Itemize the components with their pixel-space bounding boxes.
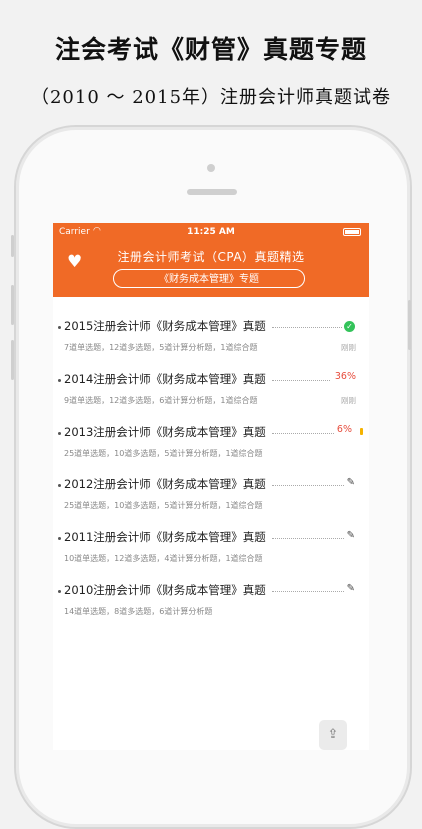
mute-switch <box>11 235 14 257</box>
exam-list-item[interactable]: 2015注册会计师《财务成本管理》真题 ✓ 7道单选题，12道多选题，5道计算分… <box>53 309 369 361</box>
pencil-icon[interactable]: ✎ <box>347 530 355 541</box>
battery-icon <box>343 228 361 236</box>
exam-list-item[interactable]: 2011注册会计师《财务成本管理》真题 ✎ 10道单选题，12道多选题，4道计算… <box>53 520 369 572</box>
status-bar: Carrier ◠ 11:25 AM <box>53 223 369 243</box>
exam-progress: 36% <box>334 371 356 382</box>
exam-description: 14道单选题，8道多选题，6道计算分析题 <box>64 607 213 616</box>
pencil-icon[interactable]: ✎ <box>347 583 355 594</box>
volume-up-button <box>11 285 14 325</box>
exam-title: 2012注册会计师《财务成本管理》真题 <box>64 477 266 491</box>
exam-description: 25道单选题，10道多选题，5道计算分析题，1道综合题 <box>64 449 263 458</box>
exam-list-item[interactable]: 2013注册会计师《财务成本管理》真题 6% 25道单选题，10道多选题，5道计… <box>53 415 369 467</box>
dotted-leader <box>272 538 344 539</box>
volume-down-button <box>11 340 14 380</box>
exam-title: 2015注册会计师《财务成本管理》真题 <box>64 319 266 333</box>
power-button <box>408 300 411 350</box>
header-title: 注册会计师考试（CPA）真题精选 <box>117 250 305 264</box>
pencil-icon[interactable]: ✎ <box>347 477 355 488</box>
exam-description: 7道单选题，12道多选题，5道计算分析题，1道综合题 <box>64 343 258 352</box>
promo-headline: 注会考试《财管》真题专题 <box>54 35 367 64</box>
exam-time: 刚刚 <box>341 343 356 352</box>
bullet <box>58 590 61 593</box>
exam-description: 10道单选题，12道多选题，4道计算分析题，1道综合题 <box>64 554 263 563</box>
status-time: 11:25 AM <box>187 227 235 237</box>
exam-title: 2014注册会计师《财务成本管理》真题 <box>64 372 266 386</box>
exam-title: 2013注册会计师《财务成本管理》真题 <box>64 425 266 439</box>
exam-title: 2010注册会计师《财务成本管理》真题 <box>64 583 266 597</box>
exam-list-item[interactable]: 2014注册会计师《财务成本管理》真题 36% 9道单选题，12道多选题，6道计… <box>53 362 369 414</box>
app-screen: Carrier ◠ 11:25 AM ♥ 注册会计师考试（CPA）真题精选 《财… <box>53 223 369 750</box>
share-icon[interactable]: ⇪ <box>319 720 347 750</box>
exam-description: 25道单选题，10道多选题，5道计算分析题，1道综合题 <box>64 501 263 510</box>
bullet <box>58 484 61 487</box>
earpiece-speaker <box>187 189 237 195</box>
app-header: ♥ 注册会计师考试（CPA）真题精选 《财务成本管理》专题 <box>53 243 369 297</box>
progress-indicator <box>360 428 363 435</box>
dotted-leader <box>272 380 330 381</box>
bullet <box>58 379 61 382</box>
dotted-leader <box>272 433 334 434</box>
bullet <box>58 432 61 435</box>
subject-selector-button[interactable]: 《财务成本管理》专题 <box>113 269 305 288</box>
dotted-leader <box>272 327 342 328</box>
dotted-leader <box>272 485 344 486</box>
bullet <box>58 326 61 329</box>
exam-description: 9道单选题，12道多选题，6道计算分析题，1道综合题 <box>64 396 258 405</box>
exam-title: 2011注册会计师《财务成本管理》真题 <box>64 530 266 544</box>
exam-progress: 6% <box>336 424 352 435</box>
promo-subline: （2010 ～ 2015年）注册会计师真题试卷 <box>30 87 392 108</box>
check-circle-icon: ✓ <box>344 321 355 332</box>
exam-list-item[interactable]: 2012注册会计师《财务成本管理》真题 ✎ 25道单选题，10道多选题，5道计算… <box>53 467 369 519</box>
dotted-leader <box>272 591 344 592</box>
exam-list-item[interactable]: 2010注册会计师《财务成本管理》真题 ✎ 14道单选题，8道多选题，6道计算分… <box>53 573 369 625</box>
exam-time: 刚刚 <box>341 396 356 405</box>
bullet <box>58 537 61 540</box>
front-camera <box>207 164 215 172</box>
